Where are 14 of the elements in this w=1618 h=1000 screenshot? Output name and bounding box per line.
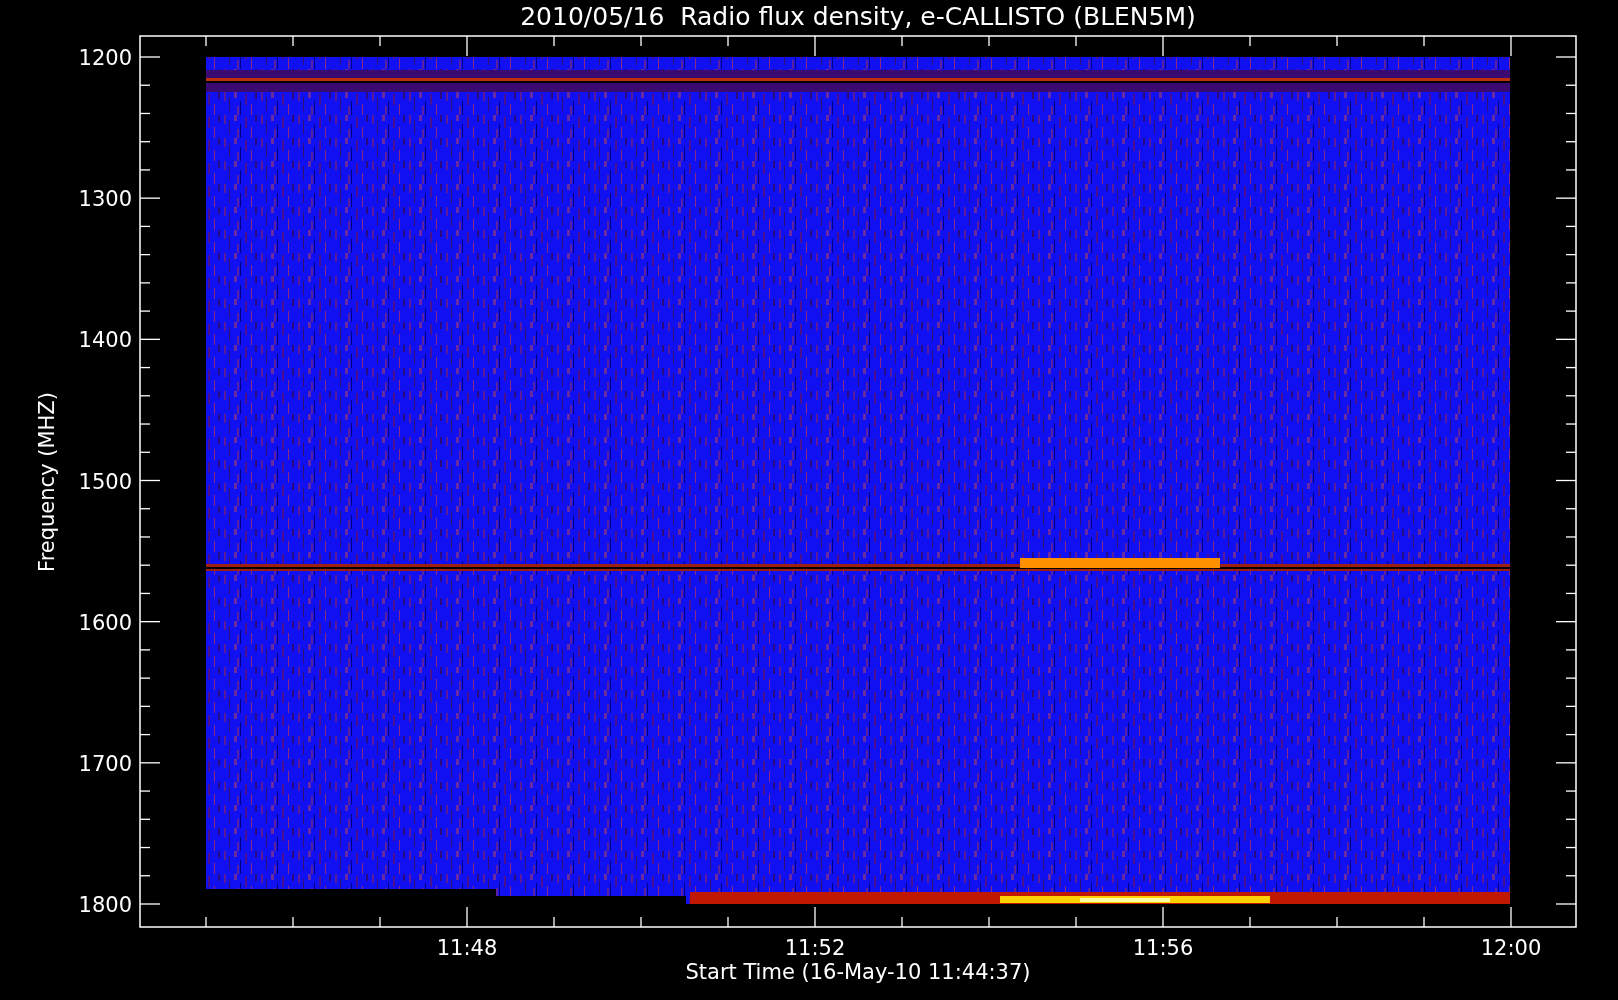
y-tick-label: 1500 (78, 469, 132, 494)
y-tick-label: 1300 (78, 187, 132, 212)
x-tick-label: 12:00 (1480, 936, 1542, 960)
y-tick-label: 1700 (78, 751, 132, 776)
y-tick-label: 1400 (78, 328, 132, 353)
y-tick-label: 1800 (78, 893, 132, 917)
y-tick-label: 1200 (78, 46, 132, 70)
x-tick-label: 11:56 (1132, 936, 1194, 960)
y-tick-label: 1600 (78, 610, 132, 635)
x-axis-label: Start Time (16-May-10 11:44:37) (685, 960, 1031, 984)
x-tick-label: 11:52 (784, 936, 846, 960)
y-axis-label: Frequency (MHZ) (35, 392, 59, 572)
x-tick-label: 11:48 (436, 936, 498, 960)
chart-title: 2010/05/16 Radio flux density, e-CALLISTO (BLEN5M) (520, 2, 1196, 31)
